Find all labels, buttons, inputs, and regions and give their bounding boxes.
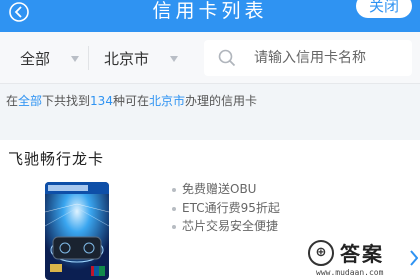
- watermark-logo-icon: ⊕: [308, 240, 334, 266]
- benefit-item: 芯片交易安全便捷: [172, 217, 280, 236]
- city-dropdown[interactable]: 北京市: [104, 32, 184, 84]
- search-input[interactable]: 请输入信用卡名称: [204, 40, 412, 76]
- category-dropdown[interactable]: 全部: [20, 32, 84, 84]
- top-bar: 信用卡列表 关闭: [0, 0, 420, 32]
- chevron-right-icon: [410, 250, 418, 266]
- summary-text: 下共找到: [42, 94, 91, 108]
- filter-bar: 全部 北京市 请输入信用卡名称: [0, 32, 420, 84]
- benefit-item: ETC通行费95折起: [172, 199, 280, 218]
- search-placeholder: 请输入信用卡名称: [254, 50, 366, 66]
- result-summary: 在全部下共找到134种可在北京市办理的信用卡: [6, 92, 257, 109]
- summary-text: 办理的信用卡: [184, 94, 257, 108]
- search-icon: [218, 49, 236, 67]
- credit-card-image[interactable]: [45, 182, 109, 280]
- card-name[interactable]: 飞驰畅行龙卡: [8, 148, 104, 169]
- benefit-item: 免费赠送OBU: [172, 180, 280, 199]
- city-dropdown-label: 北京市: [104, 49, 150, 68]
- card-benefits: 免费赠送OBU ETC通行费95折起 芯片交易安全便捷: [172, 180, 280, 236]
- close-button[interactable]: 关闭: [356, 0, 412, 18]
- watermark-text: 答案: [340, 242, 384, 266]
- summary-category: 全部: [18, 94, 43, 108]
- chevron-down-icon: [170, 56, 178, 62]
- summary-city: 北京市: [148, 94, 185, 108]
- summary-text: 种可在: [112, 94, 149, 108]
- chevron-down-icon: [71, 56, 79, 62]
- divider: [88, 46, 89, 70]
- result-count: 134: [90, 94, 113, 108]
- watermark-url: www.mudaan.com: [316, 268, 384, 277]
- watermark: ⊕ 答案 www.mudaan.com: [308, 238, 412, 280]
- summary-text: 在: [6, 94, 19, 108]
- category-dropdown-label: 全部: [20, 49, 51, 68]
